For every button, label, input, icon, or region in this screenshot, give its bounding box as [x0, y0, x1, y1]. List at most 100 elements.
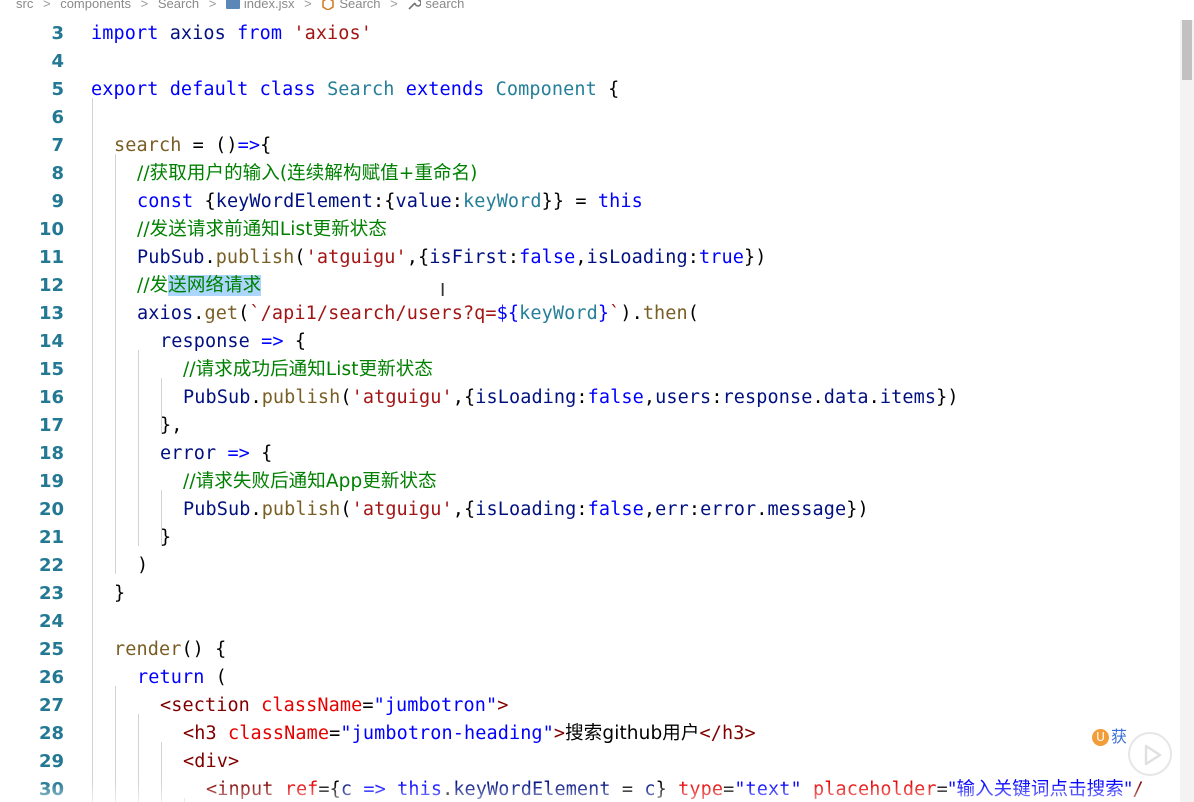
line-number: 20 [38, 499, 64, 520]
breadcrumb-separator: > [390, 0, 398, 11]
text-cursor-icon: I [440, 280, 446, 301]
jsx-file-icon [225, 0, 240, 13]
code-text: PubSub.publish('atguigu',{isLoading:fals… [183, 387, 959, 408]
code-text: //发送请求前通知List更新状态 [137, 219, 388, 240]
code-line: 14 response => { [0, 328, 1180, 356]
code-text: } [114, 583, 126, 604]
code-line: 3 import axios from 'axios' [0, 20, 1180, 48]
code-line: 5 export default class Search extends Co… [0, 76, 1180, 104]
line-number: 18 [38, 443, 64, 464]
code-text: import axios from 'axios' [91, 23, 373, 44]
code-text: } [160, 527, 172, 548]
code-text: PubSub.publish('atguigu',{isLoading:fals… [183, 499, 869, 520]
line-number: 22 [38, 555, 64, 576]
breadcrumb-item-components[interactable]: components [60, 0, 131, 11]
line-number: 23 [38, 583, 64, 604]
code-line: 16 PubSub.publish('atguigu',{isLoading:f… [0, 384, 1180, 412]
code-line: 15 //请求成功后通知List更新状态 [0, 356, 1180, 384]
code-text: <h3 className="jumbotron-heading">搜索gith… [183, 723, 756, 744]
code-line: 4 [0, 48, 1180, 76]
code-line: 19 //请求失败后通知App更新状态 [0, 468, 1180, 496]
code-text: axios.get(`/api1/search/users?q=${keyWor… [137, 303, 700, 324]
code-text: search = ()=>{ [114, 135, 272, 156]
code-text: render() { [114, 639, 227, 660]
code-text: ) [137, 555, 149, 576]
breadcrumb-item-file[interactable]: index.jsx [244, 0, 295, 11]
code-text: //请求成功后通知List更新状态 [183, 359, 434, 380]
line-number: 19 [38, 471, 64, 492]
line-number: 11 [38, 247, 64, 268]
code-text: //获取用户的输入(连续解构赋值+重命名) [137, 163, 478, 184]
code-text: <section className="jumbotron"> [160, 695, 509, 716]
code-line: 17 }, [0, 412, 1180, 440]
code-text: <div> [183, 751, 240, 772]
line-number: 24 [38, 611, 64, 632]
line-number: 30 [38, 779, 64, 800]
code-text: }, [160, 415, 183, 436]
code-line: 8 //获取用户的输入(连续解构赋值+重命名) [0, 160, 1180, 188]
breadcrumb-separator: > [304, 0, 312, 11]
breadcrumb-separator: > [140, 0, 149, 11]
breadcrumb-item-method[interactable]: search [425, 0, 464, 11]
code-editor[interactable]: 3 import axios from 'axios' 4 5 export d… [0, 20, 1180, 802]
code-line: 18 error => { [0, 440, 1180, 468]
code-text: response => { [160, 331, 307, 352]
code-line: 6 [0, 104, 1180, 132]
line-number: 5 [51, 79, 64, 100]
code-line: 13 axios.get(`/api1/search/users?q=${key… [0, 300, 1180, 328]
code-line: 12 //发送网络请求 [0, 272, 1180, 300]
line-number: 9 [51, 191, 64, 212]
code-line: 21 } [0, 524, 1180, 552]
scrollbar-thumb[interactable] [1182, 20, 1192, 80]
line-number: 3 [51, 23, 64, 44]
breadcrumb-item-src[interactable]: src [16, 0, 33, 11]
breadcrumb-item-class[interactable]: Search [339, 0, 380, 11]
logo-icon: U [1092, 729, 1109, 746]
line-number: 28 [38, 723, 64, 744]
breadcrumb: src > components > Search > index.jsx > … [0, 0, 1194, 16]
line-number: 27 [38, 695, 64, 716]
code-text: //请求失败后通知App更新状态 [183, 471, 437, 492]
text-selection: 送网络请求 [168, 275, 262, 296]
code-line: 9 const {keyWordElement:{value:keyWord}}… [0, 188, 1180, 216]
code-line: 7 search = ()=>{ [0, 132, 1180, 160]
code-line: 29 <div> [0, 748, 1180, 776]
vertical-scrollbar[interactable] [1180, 20, 1194, 802]
code-line: 20 PubSub.publish('atguigu',{isLoading:f… [0, 496, 1180, 524]
code-line: 28 <h3 className="jumbotron-heading">搜索g… [0, 720, 1180, 748]
code-text: return ( [137, 667, 227, 688]
line-number: 29 [38, 751, 64, 772]
code-text: export default class Search extends Comp… [91, 79, 620, 100]
line-number: 15 [38, 359, 64, 380]
line-number: 12 [38, 275, 64, 296]
line-number: 21 [38, 527, 64, 548]
code-line: 10 //发送请求前通知List更新状态 [0, 216, 1180, 244]
play-button[interactable] [1128, 732, 1172, 776]
line-number: 4 [51, 51, 64, 72]
class-symbol-icon [321, 0, 335, 13]
code-line: 22 ) [0, 552, 1180, 580]
code-line: 26 return ( [0, 664, 1180, 692]
code-line: 30 <input ref={c => this.keyWordElement … [0, 776, 1180, 802]
code-line: 23 } [0, 580, 1180, 608]
line-number: 8 [51, 163, 64, 184]
code-line: 25 render() { [0, 636, 1180, 664]
line-number: 6 [51, 107, 64, 128]
code-line: 24 [0, 608, 1180, 636]
line-number: 14 [38, 331, 64, 352]
line-number: 7 [51, 135, 64, 156]
line-number: 26 [38, 667, 64, 688]
play-icon [1144, 744, 1162, 766]
property-wrench-icon [407, 0, 423, 13]
code-text: const {keyWordElement:{value:keyWord}} =… [137, 191, 643, 212]
breadcrumb-separator: > [208, 0, 217, 11]
code-line: 27 <section className="jumbotron"> [0, 692, 1180, 720]
breadcrumb-item-search-folder[interactable]: Search [158, 0, 199, 11]
code-text: PubSub.publish('atguigu',{isFirst:false,… [137, 247, 767, 268]
code-text: <input ref={c => this.keyWordElement = c… [206, 779, 1144, 800]
code-line: 11 PubSub.publish('atguigu',{isFirst:fal… [0, 244, 1180, 272]
watermark-logo: U获 [1092, 726, 1128, 748]
line-number: 25 [38, 639, 64, 660]
line-number: 13 [38, 303, 64, 324]
code-text: error => { [160, 443, 273, 464]
